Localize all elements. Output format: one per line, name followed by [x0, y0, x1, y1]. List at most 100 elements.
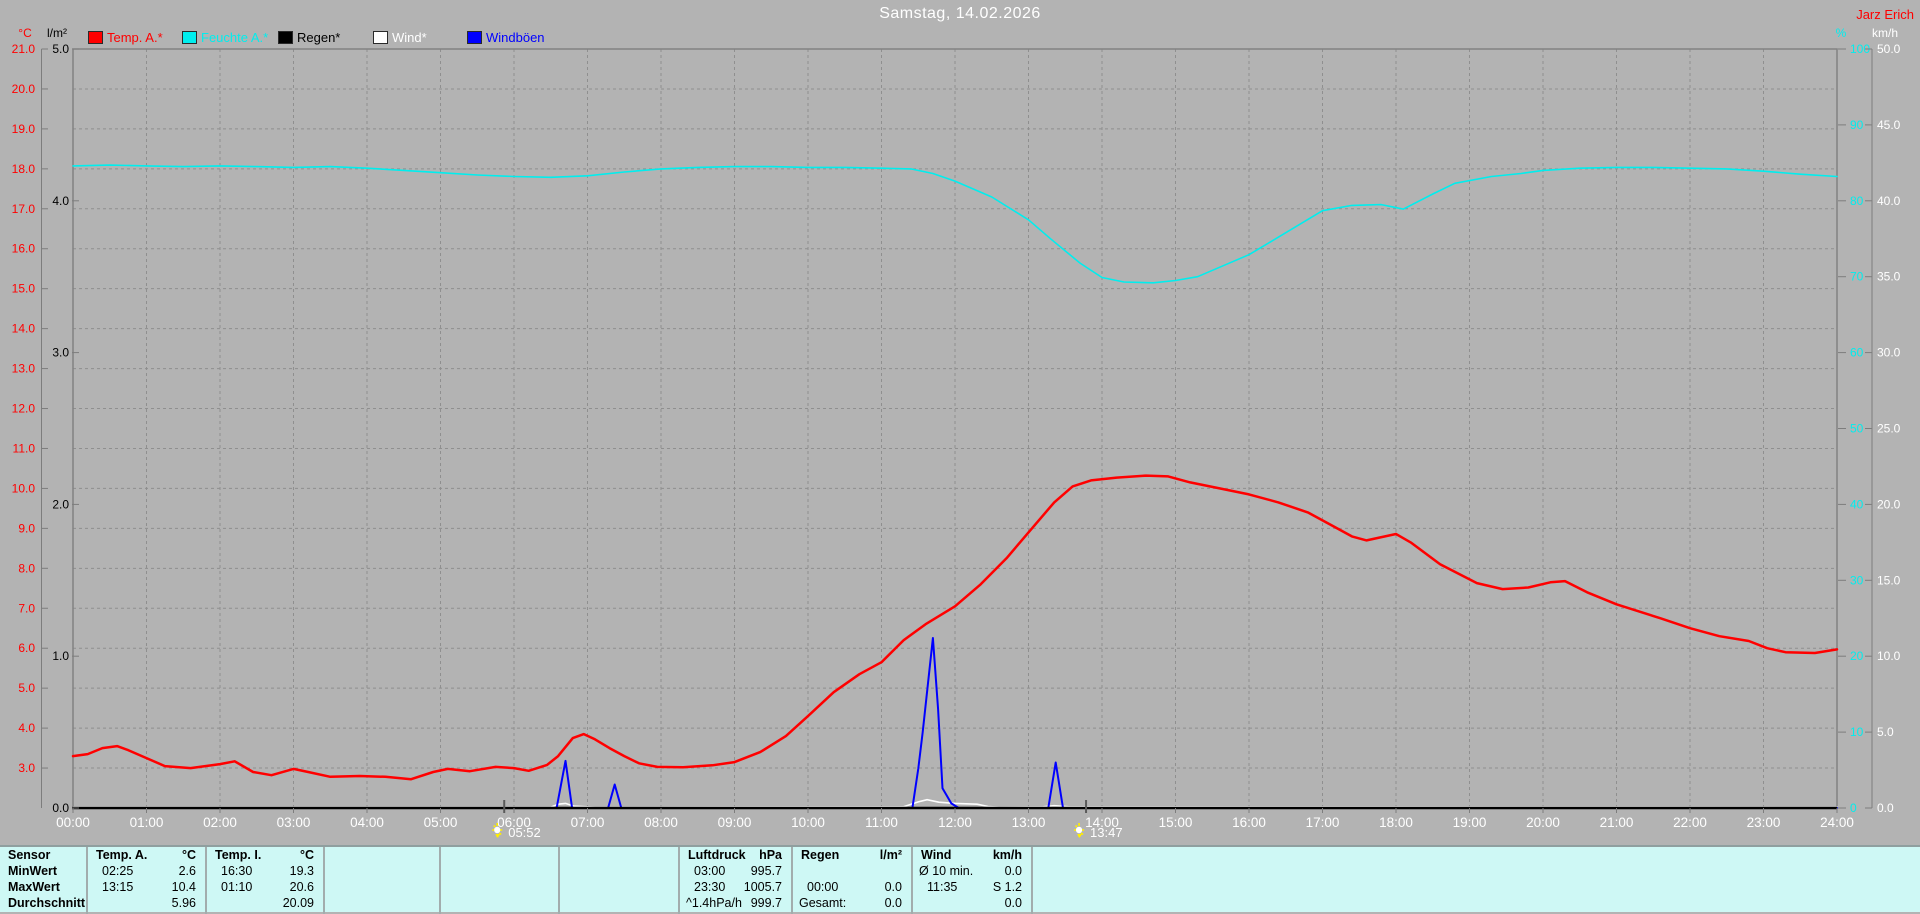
- hour-label: 10:00: [791, 815, 825, 830]
- humidity-axis-label: 90: [1850, 118, 1864, 132]
- wind-axis-unit: km/h: [1872, 26, 1898, 40]
- table-row-label-text: MaxWert: [8, 880, 60, 894]
- legend-label: Regen*: [297, 29, 341, 45]
- stats-table: Sensor MinWert MaxWert Durchschnitt Temp. A.…: [0, 845, 1920, 914]
- table-cell-value: 0.0: [1004, 896, 1022, 910]
- table-col-tempi: Temp. I. °C 16:30 19.3 01:10 20.6 20.09: [207, 847, 325, 914]
- weather-chart-svg: 21.0 20.0 19.0 18.0 17.0 16.0 15.0 14.0 13.0 12.0…: [12, 26, 1901, 840]
- temp-axis-label: 20.0: [12, 82, 36, 96]
- table-header-row: Regen l/m²: [793, 848, 911, 864]
- table-cell: [1033, 880, 1920, 896]
- sunrise-time-label: 05:52: [508, 825, 541, 840]
- sunset-icon: [1074, 823, 1085, 838]
- wind-axis-label: 15.0: [1877, 573, 1901, 587]
- table-cell: 01:10 20.6: [207, 880, 323, 896]
- temp-axis-label: 8.0: [18, 561, 35, 575]
- temp-axis-label: 4.0: [18, 721, 35, 735]
- hour-label: 02:00: [203, 815, 237, 830]
- table-row-label-text: Durchschnitt: [8, 896, 86, 910]
- hour-label: 21:00: [1600, 815, 1634, 830]
- wind-axis-label: 5.0: [1877, 725, 1894, 739]
- wind-axis-label: 30.0: [1877, 346, 1901, 360]
- hour-label: 07:00: [571, 815, 605, 830]
- rain-axis-label: 2.0: [52, 497, 69, 511]
- watermark-author: Jarz Erich: [1856, 7, 1914, 22]
- wind-axis-label: 35.0: [1877, 270, 1901, 284]
- hour-label: 15:00: [1159, 815, 1193, 830]
- table-cell: [560, 864, 678, 880]
- table-cell-value: 1005.7: [743, 880, 782, 894]
- chart-title: Samstag, 14.02.2026: [879, 5, 1041, 22]
- legend-swatch: [278, 30, 293, 44]
- table-cell-value: 20.09: [282, 896, 314, 910]
- table-col-regen: Regen l/m² 00:00 0.0 Gesamt: 0.0: [793, 847, 913, 914]
- wind-axis-label: 0.0: [1877, 801, 1894, 815]
- table-cell: [325, 864, 439, 880]
- wind-axis-label: 25.0: [1877, 422, 1901, 436]
- table-header-row: Wind km/h: [913, 848, 1031, 864]
- table-col-empty-3: [441, 847, 560, 914]
- legend-item-windben: Windböen: [467, 30, 545, 45]
- table-col-luftdruck: Luftdruck hPa 03:00 995.7 23:30 1005.7 ^1.4hPa…: [680, 847, 793, 914]
- legend-swatch: [467, 30, 482, 44]
- temp-axis-unit: °C: [18, 26, 32, 40]
- hour-label: 24:00: [1820, 815, 1854, 830]
- table-col-wind: Wind km/h Ø 10 min. 0.0 11:35 S 1.2 0.0: [913, 847, 1033, 914]
- table-cell: [441, 864, 558, 880]
- table-cell: 5.96: [88, 896, 205, 912]
- humidity-axis-label: 20: [1850, 649, 1864, 663]
- table-header-row: Temp. I. °C: [207, 848, 323, 864]
- table-row-label-text: Sensor: [8, 848, 51, 862]
- table-cell-time: 03:00: [694, 864, 726, 878]
- table-header-row: [441, 848, 558, 864]
- table-cell-time: 11:35: [927, 880, 958, 894]
- table-cell: 02:25 2.6: [88, 864, 205, 880]
- sunset-time-label: 13:47: [1090, 825, 1123, 840]
- humidity-axis-label: 80: [1850, 194, 1864, 208]
- temp-axis-label: 9.0: [18, 521, 35, 535]
- legend-label: Temp. A.*: [107, 29, 163, 45]
- table-cell-value: 0.0: [884, 880, 902, 894]
- weather-app-window: { "title": "Samstag, 14.02.2026", "water…: [0, 0, 1920, 914]
- table-cell-value: 2.6: [178, 864, 196, 878]
- weather-chart: 21.0 20.0 19.0 18.0 17.0 16.0 15.0 14.0 13.0 12.0…: [0, 0, 1920, 845]
- hour-label: 16:00: [1232, 815, 1266, 830]
- table-cell-time: 01:10: [221, 880, 253, 894]
- legend-swatch: [373, 30, 388, 44]
- table-col-unit: °C: [181, 848, 196, 862]
- table-cell: [793, 864, 911, 880]
- table-col-empty-4: [560, 847, 680, 914]
- table-cell-value: 995.7: [750, 864, 782, 878]
- temp-axis-label: 17.0: [12, 202, 36, 216]
- table-col-name: Temp. I.: [215, 848, 262, 862]
- hour-label: 22:00: [1673, 815, 1707, 830]
- table-cell-time: Gesamt:: [799, 896, 847, 910]
- table-col-unit: l/m²: [879, 848, 902, 862]
- table-cell-value: 10.4: [171, 880, 196, 894]
- table-cell: 11:35 S 1.2: [913, 880, 1031, 896]
- legend-item-wind: Wind*: [373, 30, 427, 45]
- humidity-axis-label: 40: [1850, 497, 1864, 511]
- humidity-axis-label: 70: [1850, 270, 1864, 284]
- temp-axis-label: 3.0: [18, 761, 35, 775]
- temp-axis-label: 12.0: [12, 402, 36, 416]
- hour-label: 08:00: [644, 815, 678, 830]
- rain-axis-label: 0.0: [52, 801, 69, 815]
- table-col-empty-2: [325, 847, 441, 914]
- table-cell-value: S 1.2: [992, 880, 1022, 894]
- legend-item-regen: Regen*: [278, 29, 341, 45]
- table-row-label: Sensor: [0, 848, 86, 864]
- temp-axis-label: 11.0: [13, 441, 36, 455]
- table-cell-time: 13:15: [102, 880, 134, 894]
- table-row-label-text: MinWert: [8, 864, 58, 878]
- hour-label: 04:00: [350, 815, 384, 830]
- table-cell-time: 00:00: [807, 880, 839, 894]
- table-col-name: Regen: [801, 848, 840, 862]
- table-cell: [560, 880, 678, 896]
- table-cell-time: 16:30: [221, 864, 253, 878]
- table-cell: [1033, 896, 1920, 912]
- temp-axis-label: 7.0: [18, 601, 35, 615]
- table-cell: [1033, 864, 1920, 880]
- hour-label: 09:00: [718, 815, 752, 830]
- temp-axis-label: 16.0: [12, 242, 36, 256]
